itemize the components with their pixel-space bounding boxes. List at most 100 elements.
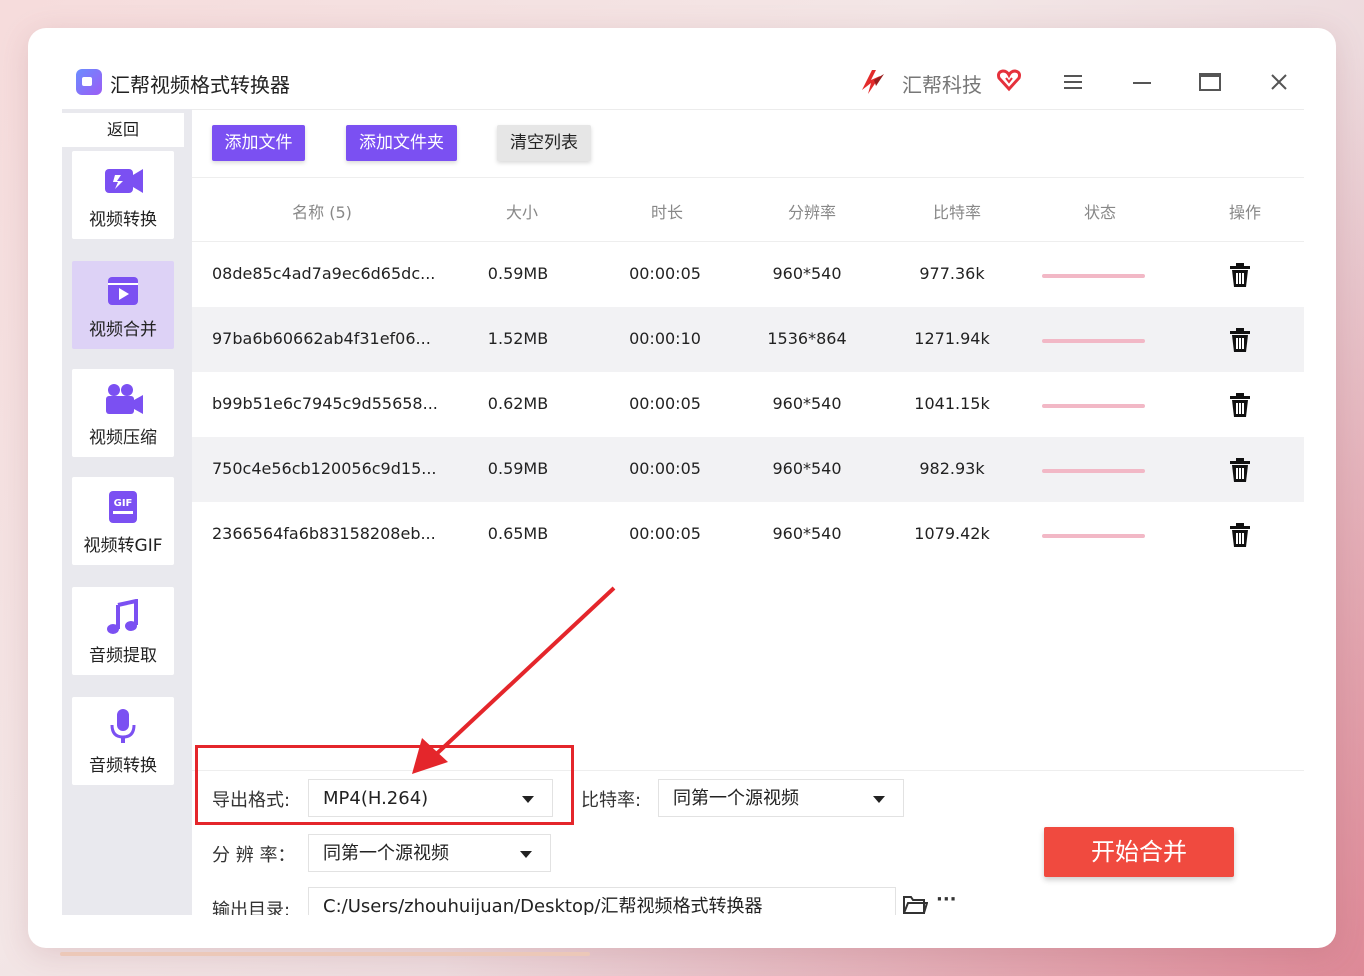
cell-name: 2366564fa6b83158208eb... <box>212 524 436 543</box>
cell-duration: 00:00:05 <box>629 524 701 543</box>
column-bitrate: 比特率 <box>932 203 981 222</box>
start-merge-button[interactable]: 开始合并 <box>1044 827 1234 877</box>
add-file-button[interactable]: 添加文件 <box>212 125 305 161</box>
trash-icon[interactable] <box>1227 392 1253 418</box>
maximize-icon[interactable] <box>1195 67 1225 97</box>
status-progress-bar <box>1042 274 1145 278</box>
sidebar-item-video-convert[interactable]: 视频转换 <box>72 151 174 239</box>
bitrate-value: 同第一个源视频 <box>673 788 799 809</box>
status-progress-bar <box>1042 404 1145 408</box>
column-action: 操作 <box>1228 203 1261 222</box>
cell-name: 08de85c4ad7a9ec6d65dc... <box>212 264 436 283</box>
cell-bitrate: 1271.94k <box>914 329 990 348</box>
brand-name: 汇帮科技 <box>902 73 982 97</box>
resolution-value: 同第一个源视频 <box>323 843 449 864</box>
cell-resolution: 1536*864 <box>767 329 847 348</box>
video-convert-icon <box>105 169 143 193</box>
trash-icon[interactable] <box>1227 262 1253 288</box>
cell-size: 0.59MB <box>487 459 549 478</box>
resolution-select[interactable]: 同第一个源视频 <box>308 834 551 872</box>
decorative-line <box>60 952 590 956</box>
cell-resolution: 960*540 <box>772 459 842 478</box>
cell-bitrate: 1079.42k <box>914 524 990 543</box>
table-row[interactable]: 750c4e56cb120056c9d15... 0.59MB 00:00:05 96… <box>192 437 1304 502</box>
clear-list-button[interactable]: 清空列表 <box>497 125 591 161</box>
cell-size: 0.62MB <box>487 394 549 413</box>
folder-icon[interactable] <box>902 893 928 915</box>
cell-size: 0.59MB <box>487 264 549 283</box>
column-size: 大小 <box>505 203 538 222</box>
cell-name: 750c4e56cb120056c9d15... <box>212 459 437 478</box>
sidebar-item-label: 视频合并 <box>89 320 157 340</box>
heart-icon[interactable] <box>996 67 1022 93</box>
video-compress-icon <box>106 384 143 414</box>
column-status: 状态 <box>1083 203 1116 222</box>
sidebar-item-video-to-gif[interactable]: GIF 视频转GIF <box>72 477 174 565</box>
app-title: 汇帮视频格式转换器 <box>110 73 290 97</box>
table-header: 名称 (5) 大小 时长 分辨率 比特率 状态 操作 <box>192 177 1304 242</box>
toolbar: 添加文件 添加文件夹 清空列表 <box>192 109 1304 178</box>
output-dir-label: 输出目录: <box>212 900 291 915</box>
trash-icon[interactable] <box>1227 327 1253 353</box>
cell-duration: 00:00:05 <box>629 394 701 413</box>
svg-text:GIF: GIF <box>114 498 133 509</box>
more-options-button[interactable]: ··· <box>936 889 957 910</box>
cell-size: 0.65MB <box>487 524 549 543</box>
output-dir-value: C:/Users/zhouhuijuan/Desktop/汇帮视频格式转换器 <box>323 896 763 915</box>
cell-duration: 00:00:10 <box>629 329 701 348</box>
cell-bitrate: 977.36k <box>919 264 985 283</box>
column-duration: 时长 <box>650 203 683 222</box>
table-row[interactable]: 2366564fa6b83158208eb... 0.65MB 00:00:05 96… <box>192 502 1304 567</box>
chevron-down-icon <box>873 796 885 803</box>
menu-icon[interactable] <box>1058 67 1088 97</box>
add-folder-button[interactable]: 添加文件夹 <box>346 125 457 161</box>
resolution-label: 分 辨 率： <box>212 845 296 866</box>
table-row[interactable]: 08de85c4ad7a9ec6d65dc... 0.59MB 00:00:05 96… <box>192 242 1304 307</box>
output-dir-input[interactable]: C:/Users/zhouhuijuan/Desktop/汇帮视频格式转换器 <box>308 887 896 915</box>
column-resolution: 分辨率 <box>787 203 836 222</box>
cell-duration: 00:00:05 <box>629 264 701 283</box>
cell-size: 1.52MB <box>487 329 549 348</box>
music-note-icon <box>107 599 138 634</box>
annotation-arrow-icon <box>412 586 616 774</box>
table-row[interactable]: b99b51e6c7945c9d55658... 0.62MB 00:00:05 96… <box>192 372 1304 437</box>
bitrate-select[interactable]: 同第一个源视频 <box>658 779 904 817</box>
status-progress-bar <box>1042 534 1145 538</box>
minimize-icon[interactable] <box>1127 67 1157 97</box>
cell-bitrate: 1041.15k <box>914 394 990 413</box>
table-row[interactable]: 97ba6b60662ab4f31ef06... 1.52MB 00:00:10 15… <box>192 307 1304 372</box>
title-bar: 汇帮视频格式转换器 汇帮科技 <box>62 55 1304 110</box>
sidebar-item-video-merge[interactable]: 视频合并 <box>72 261 174 349</box>
chevron-down-icon <box>520 851 532 858</box>
sidebar-item-label: 视频转换 <box>89 210 157 230</box>
sidebar: 返回 视频转换 视频合并 视频压缩 GIF 视频转GIF 音频提取 音频转换 <box>62 109 192 915</box>
sidebar-item-video-compress[interactable]: 视频压缩 <box>72 369 174 457</box>
cell-name: 97ba6b60662ab4f31ef06... <box>212 329 431 348</box>
cell-bitrate: 982.93k <box>919 459 985 478</box>
gif-icon: GIF <box>109 491 137 523</box>
status-progress-bar <box>1042 469 1145 473</box>
cell-duration: 00:00:05 <box>629 459 701 478</box>
brand-logo-icon <box>862 70 884 94</box>
back-button[interactable]: 返回 <box>62 113 184 147</box>
cell-name: b99b51e6c7945c9d55658... <box>212 394 438 413</box>
sidebar-item-audio-convert[interactable]: 音频转换 <box>72 697 174 785</box>
sidebar-item-label: 音频提取 <box>89 646 157 666</box>
file-table: 名称 (5) 大小 时长 分辨率 比特率 状态 操作 08de85c4ad7a9… <box>192 177 1304 567</box>
video-merge-icon <box>108 277 138 305</box>
sidebar-item-label: 视频转GIF <box>83 536 163 556</box>
trash-icon[interactable] <box>1227 522 1253 548</box>
sidebar-item-label: 视频压缩 <box>89 428 157 448</box>
cell-resolution: 960*540 <box>772 264 842 283</box>
cell-resolution: 960*540 <box>772 524 842 543</box>
bitrate-label: 比特率: <box>581 790 642 811</box>
close-icon[interactable] <box>1264 67 1294 97</box>
status-progress-bar <box>1042 339 1145 343</box>
sidebar-item-label: 音频转换 <box>89 756 157 776</box>
app-logo-icon <box>76 69 102 95</box>
sidebar-item-audio-extract[interactable]: 音频提取 <box>72 587 174 675</box>
cell-resolution: 960*540 <box>772 394 842 413</box>
column-name: 名称 (5) <box>292 203 352 222</box>
trash-icon[interactable] <box>1227 457 1253 483</box>
microphone-icon <box>110 709 136 743</box>
